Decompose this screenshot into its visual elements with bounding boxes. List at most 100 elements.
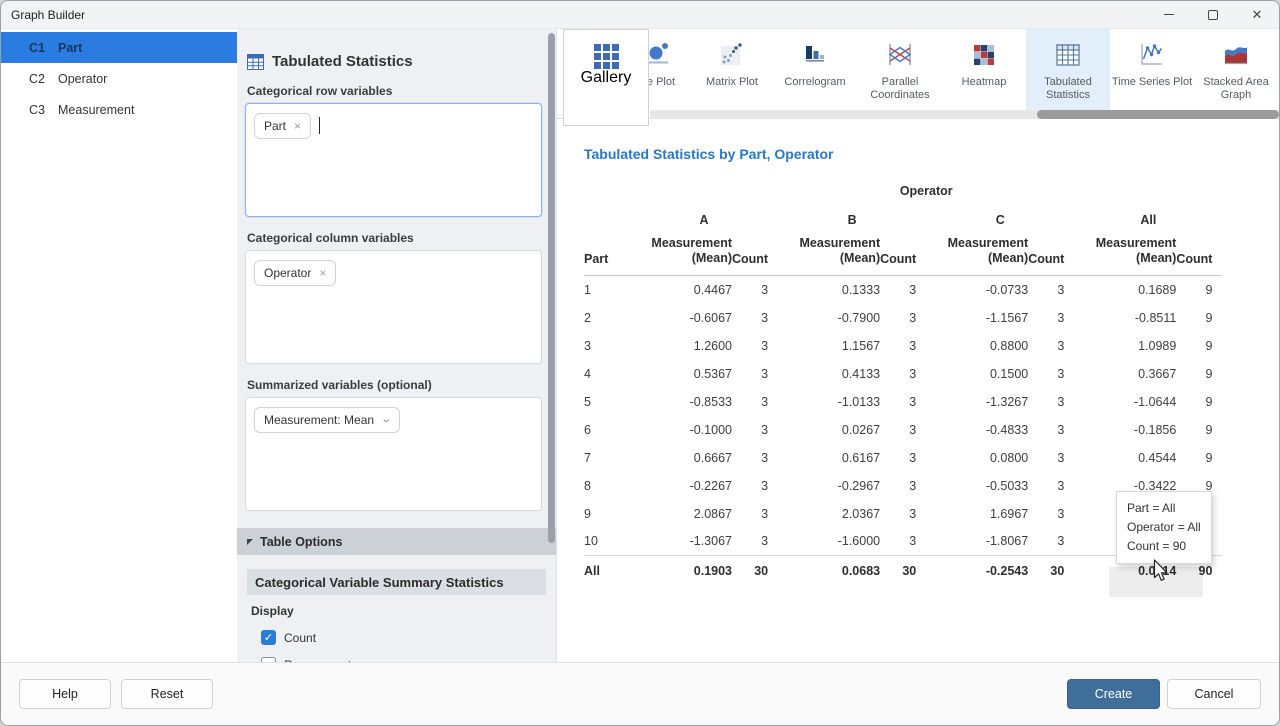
part-cell[interactable]: 10 [584,528,630,556]
panel-vertical-scrollbar[interactable] [548,33,555,543]
cancel-button[interactable]: Cancel [1167,679,1261,709]
mean-cell[interactable]: -1.3267 [926,388,1028,416]
count-cell[interactable]: 9 [1176,276,1222,304]
summarized-variables-dropzone[interactable]: Measurement: Mean ⌄ [245,397,542,511]
mean-cell[interactable]: 0.4467 [630,276,732,304]
mean-cell[interactable]: 2.0367 [778,500,880,528]
count-cell[interactable]: 9 [1176,332,1222,360]
mean-cell[interactable]: -1.8067 [926,528,1028,556]
mean-cell[interactable]: 0.1689 [1074,276,1176,304]
close-button[interactable]: ✕ [1235,1,1279,28]
mean-cell[interactable]: -0.8511 [1074,304,1176,332]
part-cell[interactable]: 8 [584,472,630,500]
count-cell[interactable]: 3 [732,304,778,332]
tab-time-series-plot[interactable]: Time Series Plot [1110,29,1194,119]
mean-cell[interactable]: 1.1567 [778,332,880,360]
part-cell[interactable]: 5 [584,388,630,416]
count-cell[interactable]: 3 [732,388,778,416]
mean-cell[interactable]: 0.5367 [630,360,732,388]
count-cell[interactable]: 3 [732,472,778,500]
minimize-button[interactable] [1147,1,1191,28]
tab-stacked-area-graph[interactable]: Stacked Area Graph [1194,29,1278,119]
mean-cell[interactable]: 2.0867 [630,500,732,528]
count-cell[interactable]: 3 [732,332,778,360]
count-cell[interactable]: 3 [880,360,926,388]
mean-cell[interactable]: -1.0133 [778,388,880,416]
mean-cell[interactable]: 0.4133 [778,360,880,388]
part-cell[interactable]: 1 [584,276,630,304]
chevron-down-icon[interactable]: ⌄ [380,415,392,425]
count-cell[interactable]: 3 [880,528,926,556]
count-cell[interactable]: 3 [1028,304,1074,332]
table-options-expander[interactable]: Table Options [237,528,556,555]
mean-cell[interactable]: 0.6667 [630,444,732,472]
mean-cell[interactable]: -0.1856 [1074,416,1176,444]
count-cell[interactable]: 3 [880,388,926,416]
mean-cell[interactable]: 0.6167 [778,444,880,472]
count-cell[interactable]: 3 [1028,444,1074,472]
tab-tabulated-statistics[interactable]: Tabulated Statistics [1026,29,1110,119]
mean-cell[interactable]: 0.0800 [926,444,1028,472]
part-cell[interactable]: 3 [584,332,630,360]
help-button[interactable]: Help [19,679,111,709]
count-cell[interactable]: 3 [880,472,926,500]
column-variables-dropzone[interactable]: Operator × [245,250,542,364]
part-cell[interactable]: 4 [584,360,630,388]
mean-cell[interactable]: 0.0683 [778,556,880,586]
count-cell[interactable]: 3 [1028,360,1074,388]
count-cell[interactable]: 3 [880,276,926,304]
mean-cell[interactable]: -0.6067 [630,304,732,332]
count-cell[interactable]: 3 [732,416,778,444]
count-cell[interactable]: 3 [880,332,926,360]
count-cell[interactable]: 3 [880,500,926,528]
count-cell[interactable]: 3 [1028,388,1074,416]
count-cell[interactable]: 9 [1176,304,1222,332]
mean-cell[interactable]: -0.5033 [926,472,1028,500]
count-cell[interactable]: 3 [1028,276,1074,304]
count-cell[interactable]: 9 [1176,360,1222,388]
part-cell[interactable]: 6 [584,416,630,444]
mean-cell[interactable]: 1.6967 [926,500,1028,528]
count-cell[interactable]: 3 [1028,416,1074,444]
mean-cell[interactable]: 1.0989 [1074,332,1176,360]
reset-button[interactable]: Reset [121,679,213,709]
count-cell[interactable]: 9 [1176,388,1222,416]
mean-cell[interactable]: -1.3067 [630,528,732,556]
variable-chip-part[interactable]: Part × [254,113,311,139]
tab-parallel-coordinates[interactable]: Parallel Coordinates [858,29,942,119]
tab-heatmap[interactable]: Heatmap [942,29,1026,119]
sidebar-item-part[interactable]: C1 Part [1,32,237,63]
part-cell[interactable]: All [584,556,630,586]
sidebar-item-operator[interactable]: C2 Operator [1,63,237,94]
mean-cell[interactable]: 0.8800 [926,332,1028,360]
count-cell[interactable]: 3 [880,304,926,332]
mean-cell[interactable]: -0.0733 [926,276,1028,304]
count-cell[interactable]: 3 [732,444,778,472]
mean-cell[interactable]: 0.1500 [926,360,1028,388]
create-button[interactable]: Create [1067,679,1160,709]
part-cell[interactable]: 9 [584,500,630,528]
count-cell[interactable]: 3 [880,444,926,472]
mean-cell[interactable]: -1.0644 [1074,388,1176,416]
count-cell[interactable]: 30 [880,556,926,586]
mean-cell[interactable]: 1.2600 [630,332,732,360]
count-cell[interactable]: 3 [732,276,778,304]
count-cell[interactable]: 9 [1176,416,1222,444]
count-cell[interactable]: 3 [732,360,778,388]
count-cell[interactable]: 9 [1176,444,1222,472]
variable-chip-measurement-mean[interactable]: Measurement: Mean ⌄ [254,407,400,433]
mean-cell[interactable]: -0.2543 [926,556,1028,586]
checkbox-icon[interactable]: ✓ [261,630,276,645]
remove-chip-icon[interactable]: × [319,267,326,279]
mean-cell[interactable]: -0.4833 [926,416,1028,444]
mean-cell[interactable]: 0.3667 [1074,360,1176,388]
scrollbar-thumb[interactable] [1037,110,1279,119]
mean-cell[interactable]: -0.7900 [778,304,880,332]
mean-cell[interactable]: 0.1903 [630,556,732,586]
mean-cell[interactable]: -1.6000 [778,528,880,556]
row-variables-dropzone[interactable]: Part × [245,103,542,217]
mean-cell[interactable]: 0.1333 [778,276,880,304]
count-cell[interactable]: 3 [1028,332,1074,360]
count-cell[interactable]: 3 [732,528,778,556]
maximize-button[interactable] [1191,1,1235,28]
